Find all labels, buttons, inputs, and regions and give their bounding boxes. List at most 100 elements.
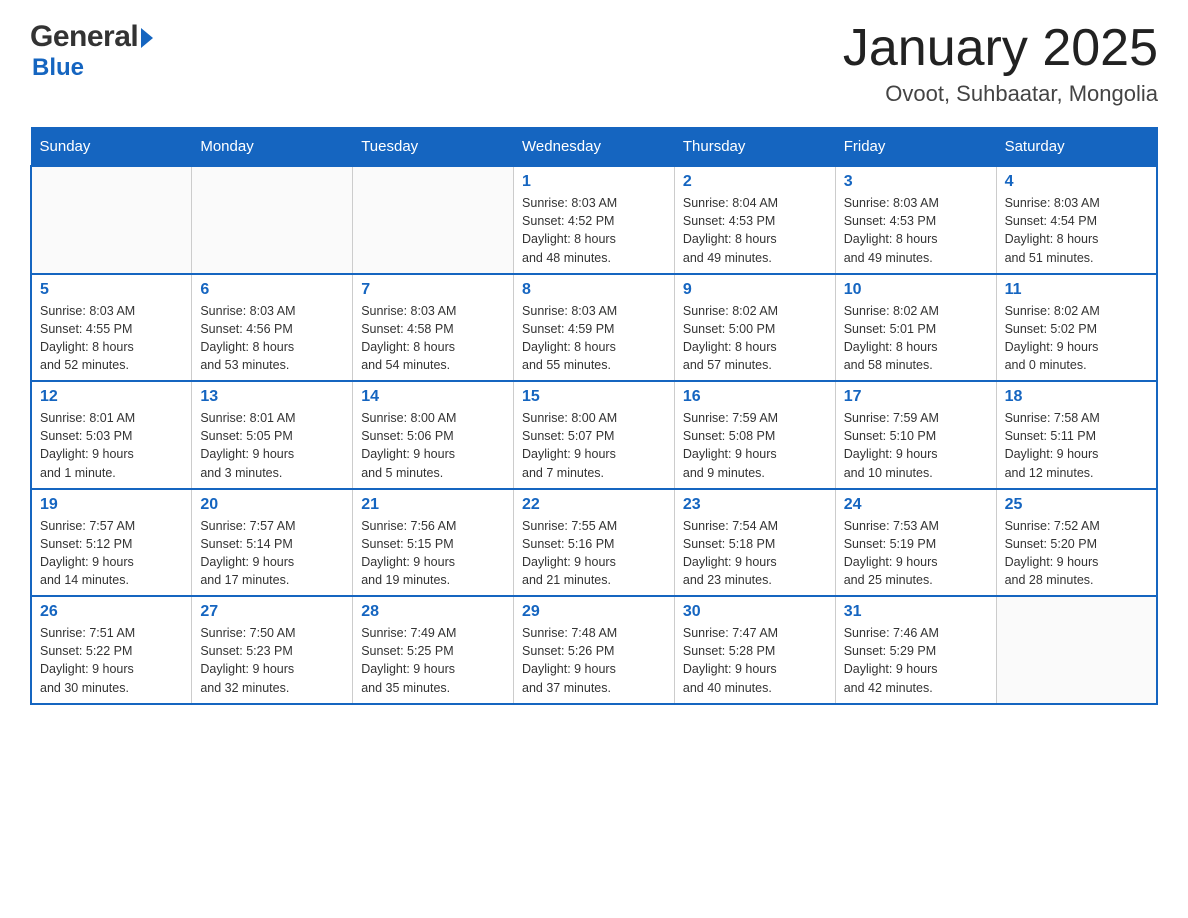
day-number: 11 bbox=[1005, 281, 1148, 299]
day-info: Sunrise: 7:54 AMSunset: 5:18 PMDaylight:… bbox=[683, 517, 827, 590]
calendar-week-5: 26 Sunrise: 7:51 AMSunset: 5:22 PMDayligh… bbox=[31, 596, 1157, 704]
day-number: 13 bbox=[200, 388, 344, 406]
month-title: January 2025 bbox=[843, 20, 1158, 77]
calendar-cell: 2 Sunrise: 8:04 AMSunset: 4:53 PMDaylight… bbox=[674, 166, 835, 274]
day-number: 31 bbox=[844, 603, 988, 621]
day-number: 30 bbox=[683, 603, 827, 621]
title-area: January 2025 Ovoot, Suhbaatar, Mongolia bbox=[843, 20, 1158, 107]
calendar-cell: 8 Sunrise: 8:03 AMSunset: 4:59 PMDaylight… bbox=[514, 274, 675, 382]
day-info: Sunrise: 8:03 AMSunset: 4:58 PMDaylight:… bbox=[361, 302, 505, 375]
day-info: Sunrise: 7:58 AMSunset: 5:11 PMDaylight:… bbox=[1005, 409, 1148, 482]
calendar-cell: 12 Sunrise: 8:01 AMSunset: 5:03 PMDayligh… bbox=[31, 381, 192, 489]
calendar-cell: 5 Sunrise: 8:03 AMSunset: 4:55 PMDaylight… bbox=[31, 274, 192, 382]
day-info: Sunrise: 7:50 AMSunset: 5:23 PMDaylight:… bbox=[200, 624, 344, 697]
calendar-cell: 22 Sunrise: 7:55 AMSunset: 5:16 PMDayligh… bbox=[514, 489, 675, 597]
calendar-cell: 13Sunrise: 8:01 AMSunset: 5:05 PMDayligh… bbox=[192, 381, 353, 489]
calendar-cell: 11Sunrise: 8:02 AMSunset: 5:02 PMDayligh… bbox=[996, 274, 1157, 382]
logo-arrow-icon bbox=[141, 28, 153, 48]
calendar-cell: 25 Sunrise: 7:52 AMSunset: 5:20 PMDayligh… bbox=[996, 489, 1157, 597]
day-number: 15 bbox=[522, 388, 666, 406]
day-number: 5 bbox=[40, 281, 183, 299]
day-number: 18 bbox=[1005, 388, 1148, 406]
day-number: 14 bbox=[361, 388, 505, 406]
page-header: General Blue January 2025 Ovoot, Suhbaat… bbox=[30, 20, 1158, 107]
calendar-table: SundayMondayTuesdayWednesdayThursdayFrid… bbox=[30, 127, 1158, 705]
calendar-week-2: 5 Sunrise: 8:03 AMSunset: 4:55 PMDaylight… bbox=[31, 274, 1157, 382]
calendar-cell: 23 Sunrise: 7:54 AMSunset: 5:18 PMDayligh… bbox=[674, 489, 835, 597]
day-number: 7 bbox=[361, 281, 505, 299]
day-info: Sunrise: 8:02 AMSunset: 5:00 PMDaylight:… bbox=[683, 302, 827, 375]
calendar-header: SundayMondayTuesdayWednesdayThursdayFrid… bbox=[31, 128, 1157, 167]
day-number: 17 bbox=[844, 388, 988, 406]
day-info: Sunrise: 7:56 AMSunset: 5:15 PMDaylight:… bbox=[361, 517, 505, 590]
weekday-header-thursday: Thursday bbox=[674, 128, 835, 167]
weekday-header-monday: Monday bbox=[192, 128, 353, 167]
day-info: Sunrise: 7:46 AMSunset: 5:29 PMDaylight:… bbox=[844, 624, 988, 697]
location: Ovoot, Suhbaatar, Mongolia bbox=[843, 81, 1158, 107]
calendar-cell: 4 Sunrise: 8:03 AMSunset: 4:54 PMDaylight… bbox=[996, 166, 1157, 274]
day-info: Sunrise: 7:57 AMSunset: 5:12 PMDaylight:… bbox=[40, 517, 183, 590]
day-number: 4 bbox=[1005, 173, 1148, 191]
calendar-cell: 15Sunrise: 8:00 AMSunset: 5:07 PMDayligh… bbox=[514, 381, 675, 489]
day-info: Sunrise: 7:51 AMSunset: 5:22 PMDaylight:… bbox=[40, 624, 183, 697]
calendar-cell: 30Sunrise: 7:47 AMSunset: 5:28 PMDayligh… bbox=[674, 596, 835, 704]
day-number: 16 bbox=[683, 388, 827, 406]
day-info: Sunrise: 8:02 AMSunset: 5:01 PMDaylight:… bbox=[844, 302, 988, 375]
day-info: Sunrise: 8:04 AMSunset: 4:53 PMDaylight:… bbox=[683, 194, 827, 267]
day-info: Sunrise: 8:00 AMSunset: 5:06 PMDaylight:… bbox=[361, 409, 505, 482]
calendar-cell: 29Sunrise: 7:48 AMSunset: 5:26 PMDayligh… bbox=[514, 596, 675, 704]
calendar-cell: 31 Sunrise: 7:46 AMSunset: 5:29 PMDayligh… bbox=[835, 596, 996, 704]
day-number: 28 bbox=[361, 603, 505, 621]
weekday-header-friday: Friday bbox=[835, 128, 996, 167]
calendar-week-3: 12 Sunrise: 8:01 AMSunset: 5:03 PMDayligh… bbox=[31, 381, 1157, 489]
weekday-header-saturday: Saturday bbox=[996, 128, 1157, 167]
day-number: 22 bbox=[522, 496, 666, 514]
calendar-cell: 18 Sunrise: 7:58 AMSunset: 5:11 PMDayligh… bbox=[996, 381, 1157, 489]
weekday-header-sunday: Sunday bbox=[31, 128, 192, 167]
day-info: Sunrise: 8:03 AMSunset: 4:59 PMDaylight:… bbox=[522, 302, 666, 375]
day-number: 23 bbox=[683, 496, 827, 514]
calendar-cell: 20 Sunrise: 7:57 AMSunset: 5:14 PMDayligh… bbox=[192, 489, 353, 597]
day-number: 29 bbox=[522, 603, 666, 621]
day-number: 19 bbox=[40, 496, 183, 514]
day-number: 12 bbox=[40, 388, 183, 406]
logo: General Blue bbox=[30, 20, 153, 82]
day-number: 8 bbox=[522, 281, 666, 299]
calendar-cell: 19 Sunrise: 7:57 AMSunset: 5:12 PMDayligh… bbox=[31, 489, 192, 597]
day-info: Sunrise: 7:52 AMSunset: 5:20 PMDaylight:… bbox=[1005, 517, 1148, 590]
day-number: 20 bbox=[200, 496, 344, 514]
day-number: 1 bbox=[522, 173, 666, 191]
calendar-body: 1 Sunrise: 8:03 AMSunset: 4:52 PMDaylight… bbox=[31, 166, 1157, 704]
day-number: 25 bbox=[1005, 496, 1148, 514]
day-info: Sunrise: 8:03 AMSunset: 4:55 PMDaylight:… bbox=[40, 302, 183, 375]
calendar-cell: 24 Sunrise: 7:53 AMSunset: 5:19 PMDayligh… bbox=[835, 489, 996, 597]
calendar-cell: 27Sunrise: 7:50 AMSunset: 5:23 PMDayligh… bbox=[192, 596, 353, 704]
day-number: 6 bbox=[200, 281, 344, 299]
day-info: Sunrise: 8:01 AMSunset: 5:03 PMDaylight:… bbox=[40, 409, 183, 482]
calendar-cell: 16Sunrise: 7:59 AMSunset: 5:08 PMDayligh… bbox=[674, 381, 835, 489]
logo-blue-text: Blue bbox=[30, 54, 84, 82]
calendar-cell: 28 Sunrise: 7:49 AMSunset: 5:25 PMDayligh… bbox=[353, 596, 514, 704]
day-info: Sunrise: 7:57 AMSunset: 5:14 PMDaylight:… bbox=[200, 517, 344, 590]
calendar-cell: 3Sunrise: 8:03 AMSunset: 4:53 PMDaylight… bbox=[835, 166, 996, 274]
day-number: 24 bbox=[844, 496, 988, 514]
day-info: Sunrise: 7:49 AMSunset: 5:25 PMDaylight:… bbox=[361, 624, 505, 697]
calendar-cell bbox=[192, 166, 353, 274]
logo-general-text: General bbox=[30, 20, 138, 54]
day-info: Sunrise: 8:03 AMSunset: 4:54 PMDaylight:… bbox=[1005, 194, 1148, 267]
day-info: Sunrise: 8:03 AMSunset: 4:56 PMDaylight:… bbox=[200, 302, 344, 375]
calendar-week-1: 1 Sunrise: 8:03 AMSunset: 4:52 PMDaylight… bbox=[31, 166, 1157, 274]
calendar-cell: 9Sunrise: 8:02 AMSunset: 5:00 PMDaylight… bbox=[674, 274, 835, 382]
calendar-cell: 14 Sunrise: 8:00 AMSunset: 5:06 PMDayligh… bbox=[353, 381, 514, 489]
day-info: Sunrise: 7:55 AMSunset: 5:16 PMDaylight:… bbox=[522, 517, 666, 590]
calendar-cell: 17Sunrise: 7:59 AMSunset: 5:10 PMDayligh… bbox=[835, 381, 996, 489]
calendar-cell: 26 Sunrise: 7:51 AMSunset: 5:22 PMDayligh… bbox=[31, 596, 192, 704]
day-number: 3 bbox=[844, 173, 988, 191]
calendar-cell: 1 Sunrise: 8:03 AMSunset: 4:52 PMDaylight… bbox=[514, 166, 675, 274]
day-number: 26 bbox=[40, 603, 183, 621]
day-number: 2 bbox=[683, 173, 827, 191]
day-info: Sunrise: 8:03 AMSunset: 4:52 PMDaylight:… bbox=[522, 194, 666, 267]
day-info: Sunrise: 7:53 AMSunset: 5:19 PMDaylight:… bbox=[844, 517, 988, 590]
calendar-cell bbox=[31, 166, 192, 274]
calendar-cell: 10Sunrise: 8:02 AMSunset: 5:01 PMDayligh… bbox=[835, 274, 996, 382]
